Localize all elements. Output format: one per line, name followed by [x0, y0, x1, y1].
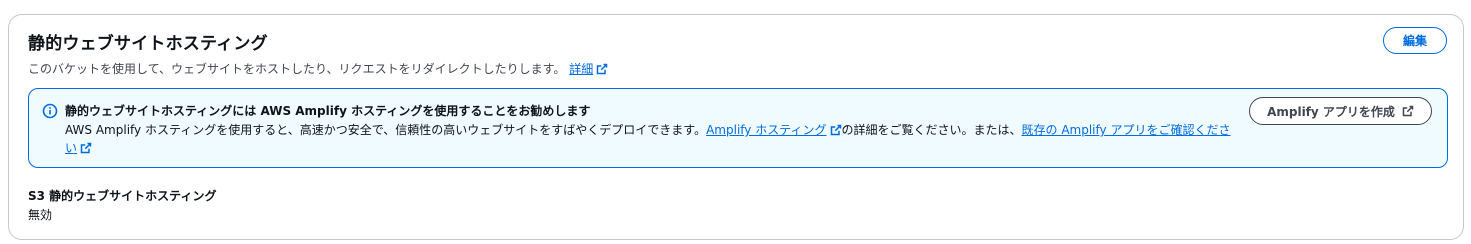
create-amplify-app-button[interactable]: Amplify アプリを作成 [1249, 97, 1432, 125]
info-link-label: 詳細 [569, 62, 594, 76]
amplify-recommendation-alert: 静的ウェブサイトホスティングには AWS Amplify ホスティングを使用する… [28, 88, 1448, 168]
alert-header: 静的ウェブサイトホスティングには AWS Amplify ホスティングを使用する… [65, 104, 591, 118]
amplify-hosting-link[interactable]: Amplify ホスティング [706, 123, 841, 137]
s3-hosting-value: 無効 [28, 208, 53, 222]
alert-body-text-2: の詳細をご覧ください。または、 [841, 123, 1022, 137]
panel-title: 静的ウェブサイトホスティング [28, 34, 268, 54]
create-amplify-app-button-label: Amplify アプリを作成 [1267, 104, 1395, 119]
info-link[interactable]: 詳細 [569, 62, 608, 76]
external-link-icon [830, 124, 841, 136]
alert-body: AWS Amplify ホスティングを使用すると、高速かつ安全で、信頼性の高いウ… [65, 121, 1235, 157]
info-circle-icon [42, 103, 58, 119]
amplify-hosting-link-label: Amplify ホスティング [706, 123, 827, 137]
panel-description-text: このバケットを使用して、ウェブサイトをホストしたり、リクエストをリダイレクトした… [28, 62, 566, 76]
external-link-icon [596, 63, 608, 75]
panel-description: このバケットを使用して、ウェブサイトをホストしたり、リクエストをリダイレクトした… [28, 60, 608, 77]
s3-hosting-label: S3 静的ウェブサイトホスティング [28, 189, 217, 203]
external-link-icon [1402, 105, 1414, 117]
external-link-icon [80, 142, 92, 154]
edit-button[interactable]: 編集 [1383, 27, 1447, 54]
alert-body-text-1: AWS Amplify ホスティングを使用すると、高速かつ安全で、信頼性の高いウ… [65, 123, 707, 137]
static-website-hosting-panel: 静的ウェブサイトホスティング このバケットを使用して、ウェブサイトをホストしたり… [8, 14, 1464, 240]
